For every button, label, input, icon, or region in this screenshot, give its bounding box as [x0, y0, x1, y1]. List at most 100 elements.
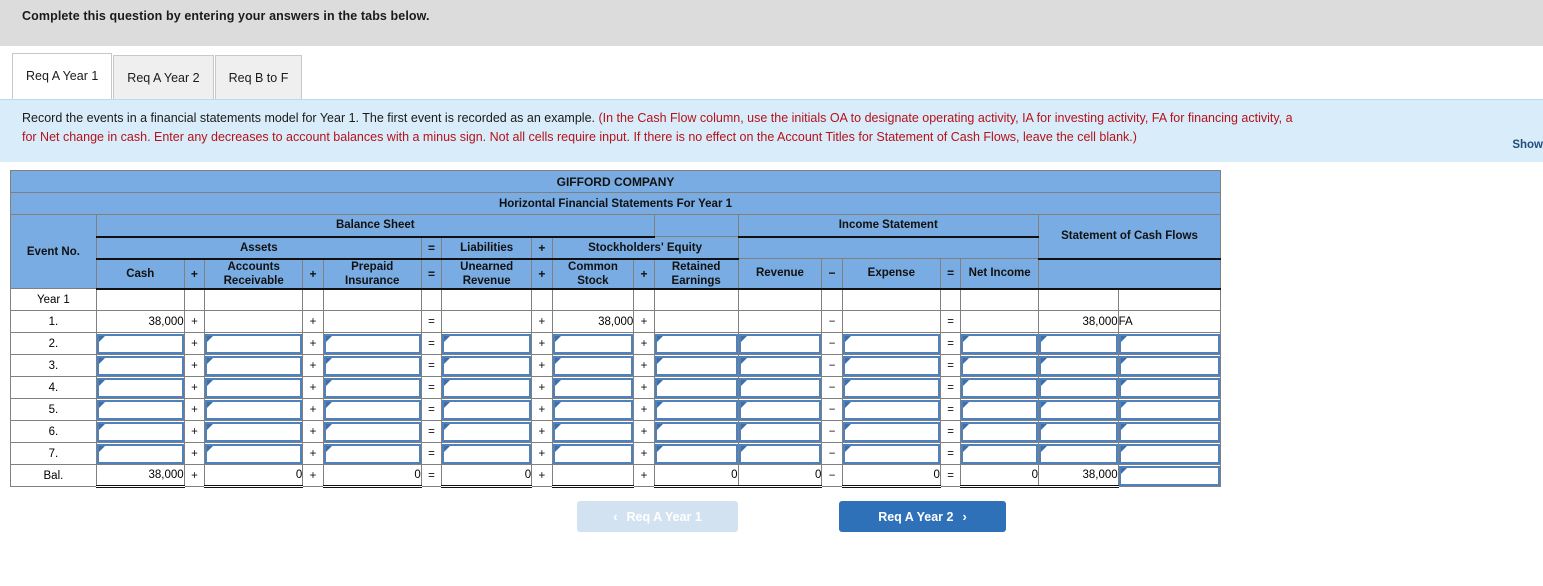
input-revenue-4[interactable] — [737, 376, 823, 399]
input-prepaid-insurance-2[interactable] — [322, 332, 422, 355]
input-common-stock-2[interactable] — [551, 332, 635, 355]
input-accounts-receivable-2[interactable] — [204, 332, 304, 355]
input-accounts-receivable-6[interactable] — [204, 420, 304, 443]
input-accounts-receivable-3[interactable] — [204, 354, 304, 377]
input-cash-6[interactable] — [95, 420, 185, 443]
input-balance-cash-flow-activity[interactable] — [1117, 464, 1222, 487]
operator-plus: + — [633, 376, 655, 399]
table-row-event-2: 2. + + = + + − = — [10, 332, 1222, 355]
input-retained-earnings-7[interactable] — [653, 442, 739, 465]
table-subtitle: Horizontal Financial Statements For Year… — [10, 192, 1221, 215]
spacer-income-statement — [737, 236, 1039, 259]
col-group-statement-of-cash-flows: Statement of Cash Flows — [1037, 214, 1222, 260]
col-header-retained-earnings: Retained Earnings — [653, 258, 739, 290]
input-cash-flow-activity-7[interactable] — [1117, 442, 1222, 465]
input-expense-4[interactable] — [841, 376, 941, 399]
input-common-stock-7[interactable] — [551, 442, 635, 465]
operator-plus: + — [531, 442, 553, 465]
input-net-income-3[interactable] — [960, 354, 1039, 377]
input-revenue-6[interactable] — [737, 420, 823, 443]
input-expense-6[interactable] — [841, 420, 941, 443]
next-requirement-button[interactable]: Req A Year 2 › — [839, 501, 1006, 532]
input-cash-flow-amount-7[interactable] — [1037, 442, 1119, 465]
input-unearned-revenue-2[interactable] — [441, 332, 533, 355]
table-title-row: GIFFORD COMPANY — [10, 170, 1221, 193]
input-prepaid-insurance-6[interactable] — [322, 420, 422, 443]
input-cash-2[interactable] — [95, 332, 185, 355]
input-common-stock-3[interactable] — [551, 354, 635, 377]
input-cash-flow-amount-3[interactable] — [1037, 354, 1119, 377]
input-revenue-2[interactable] — [737, 332, 823, 355]
table-row-event-3: 3. + + = + + − = — [10, 354, 1222, 377]
input-cash-flow-activity-2[interactable] — [1117, 332, 1222, 355]
input-cash-flow-amount-5[interactable] — [1037, 398, 1119, 421]
input-cash-flow-amount-6[interactable] — [1037, 420, 1119, 443]
prev-requirement-button[interactable]: ‹ Req A Year 1 — [577, 501, 738, 532]
input-net-income-5[interactable] — [960, 398, 1039, 421]
operator-plus: + — [633, 332, 655, 355]
input-accounts-receivable-4[interactable] — [204, 376, 304, 399]
input-accounts-receivable-7[interactable] — [204, 442, 304, 465]
operator-plus: + — [302, 398, 324, 421]
cell-balance-prepaid-insurance: 0 — [322, 464, 422, 488]
table-row-event-6: 6. + + = + + − = — [10, 420, 1222, 443]
input-unearned-revenue-7[interactable] — [441, 442, 533, 465]
input-revenue-3[interactable] — [737, 354, 823, 377]
input-retained-earnings-2[interactable] — [653, 332, 739, 355]
input-net-income-4[interactable] — [960, 376, 1039, 399]
input-cash-flow-amount-4[interactable] — [1037, 376, 1119, 399]
cell-balance-cash: 38,000 — [95, 464, 185, 488]
operator-equals: = — [939, 464, 962, 487]
operator-plus: + — [531, 354, 553, 377]
input-prepaid-insurance-3[interactable] — [322, 354, 422, 377]
input-unearned-revenue-4[interactable] — [441, 376, 533, 399]
tab-req-b-to-f[interactable]: Req B to F — [214, 55, 303, 99]
col-group-income-statement: Income Statement — [737, 214, 1039, 238]
input-retained-earnings-6[interactable] — [653, 420, 739, 443]
col-header-cash-flow-spacer — [1037, 258, 1222, 290]
input-prepaid-insurance-7[interactable] — [322, 442, 422, 465]
input-cash-flow-activity-4[interactable] — [1117, 376, 1222, 399]
input-expense-3[interactable] — [841, 354, 941, 377]
input-revenue-5[interactable] — [737, 398, 823, 421]
input-prepaid-insurance-4[interactable] — [322, 376, 422, 399]
cell-net-income-1 — [960, 310, 1039, 333]
input-unearned-revenue-6[interactable] — [441, 420, 533, 443]
input-common-stock-6[interactable] — [551, 420, 635, 443]
input-cash-3[interactable] — [95, 354, 185, 377]
operator-plus: + — [183, 464, 206, 487]
show-less-link[interactable]: Show — [1512, 139, 1543, 151]
input-cash-flow-activity-6[interactable] — [1117, 420, 1222, 443]
input-net-income-7[interactable] — [960, 442, 1039, 465]
operator-plus: + — [531, 398, 553, 421]
input-net-income-6[interactable] — [960, 420, 1039, 443]
input-accounts-receivable-5[interactable] — [204, 398, 304, 421]
input-net-income-2[interactable] — [960, 332, 1039, 355]
operator-plus: + — [531, 376, 553, 399]
input-common-stock-5[interactable] — [551, 398, 635, 421]
input-retained-earnings-5[interactable] — [653, 398, 739, 421]
input-prepaid-insurance-5[interactable] — [322, 398, 422, 421]
input-expense-2[interactable] — [841, 332, 941, 355]
cell-balance-expense: 0 — [841, 464, 941, 488]
input-cash-5[interactable] — [95, 398, 185, 421]
input-cash-7[interactable] — [95, 442, 185, 465]
tab-req-a-year-1[interactable]: Req A Year 1 — [12, 53, 113, 99]
input-cash-flow-activity-3[interactable] — [1117, 354, 1222, 377]
input-retained-earnings-3[interactable] — [653, 354, 739, 377]
next-button-label: Req A Year 2 — [878, 509, 954, 524]
input-cash-4[interactable] — [95, 376, 185, 399]
operator-plus: + — [302, 258, 324, 290]
table-row-event-4: 4. + + = + + − = — [10, 376, 1222, 399]
input-cash-flow-amount-2[interactable] — [1037, 332, 1119, 355]
input-expense-5[interactable] — [841, 398, 941, 421]
input-common-stock-4[interactable] — [551, 376, 635, 399]
input-unearned-revenue-5[interactable] — [441, 398, 533, 421]
input-retained-earnings-4[interactable] — [653, 376, 739, 399]
input-unearned-revenue-3[interactable] — [441, 354, 533, 377]
input-cash-flow-activity-5[interactable] — [1117, 398, 1222, 421]
cell-balance-accounts-receivable: 0 — [204, 464, 304, 488]
input-expense-7[interactable] — [841, 442, 941, 465]
tab-req-a-year-2[interactable]: Req A Year 2 — [113, 55, 214, 99]
input-revenue-7[interactable] — [737, 442, 823, 465]
